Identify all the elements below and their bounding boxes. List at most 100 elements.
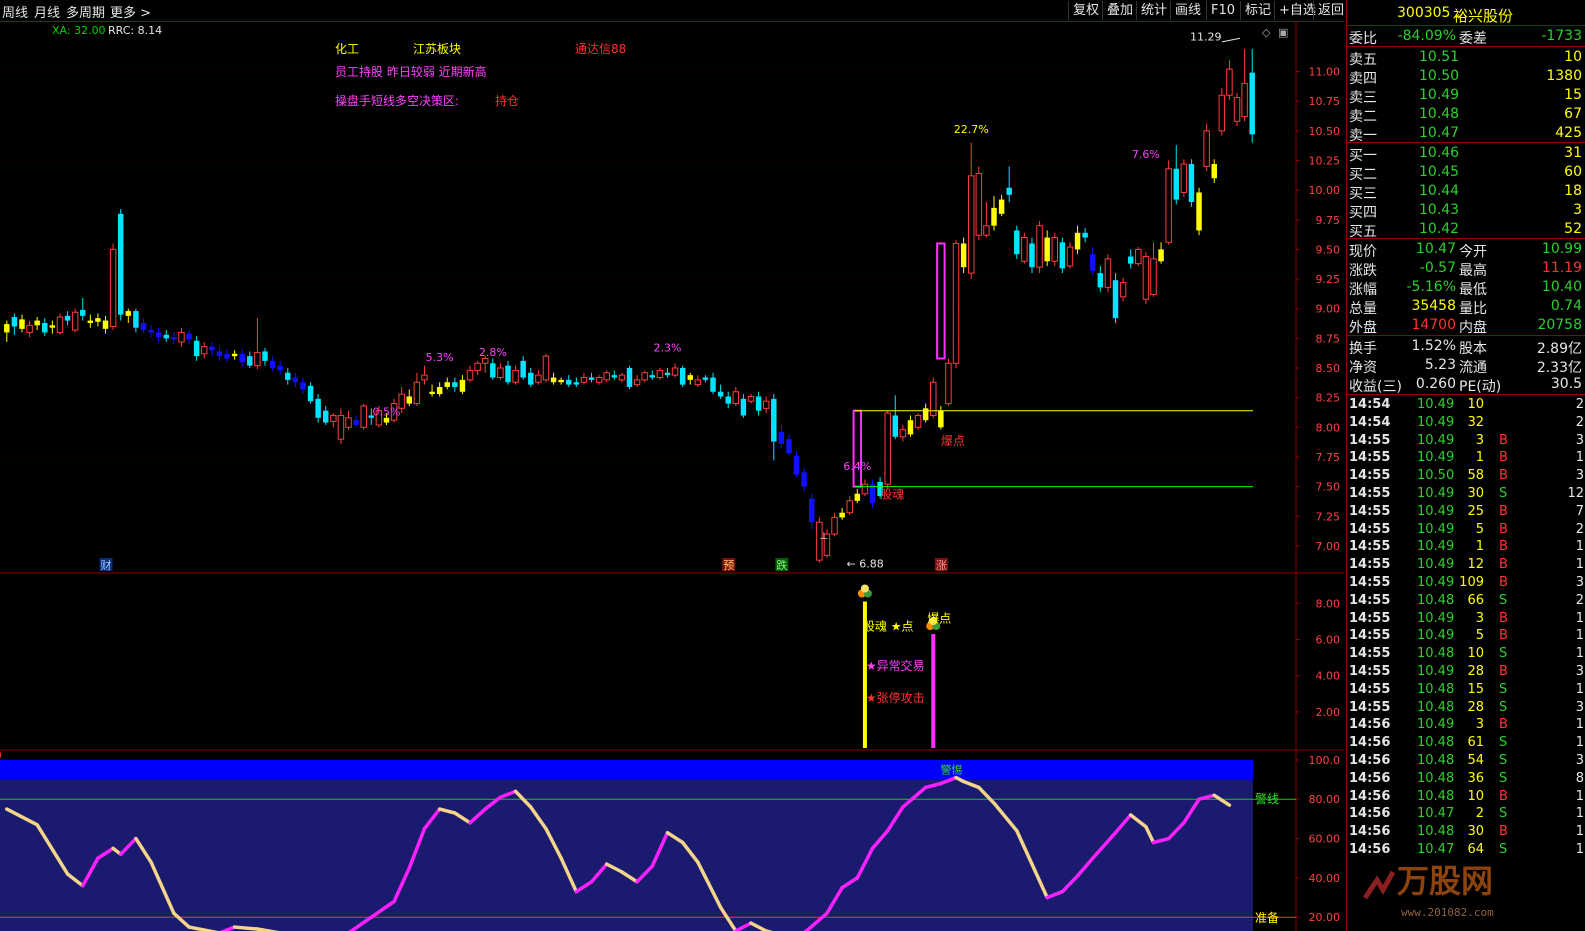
ask-price: 10.50 [1419,68,1460,84]
candle-body [383,417,390,423]
osc-tick-label: 40.00 [1309,872,1341,885]
brand-label: 通达信88 [575,42,626,56]
candle-body [998,199,1005,214]
candle-body [687,375,693,380]
stat-value: 11.19 [1541,260,1582,276]
tick-time: 14:55 [1349,628,1391,644]
sector-label-2: 江苏板块 [413,42,461,56]
tick-count: 3 [1575,699,1584,715]
candle-body [49,325,56,328]
event-marker-label[interactable]: 预 [723,559,734,572]
candle-body [846,500,853,514]
candle-body [580,376,588,383]
price-tick-label: 8.25 [1316,392,1341,405]
candle-body [262,351,268,361]
price-tick-label: 8.50 [1316,362,1341,375]
candle-body [360,405,367,428]
candle-body [1104,258,1112,288]
bid-volume: 60 [1564,164,1582,180]
tick-side: B [1499,575,1508,590]
draw-line-button[interactable]: 画线 [1170,1,1205,20]
candle-body [1074,232,1081,250]
more-menu[interactable]: 更多 > [110,2,151,21]
price-tick-label: 9.75 [1316,214,1341,227]
tick-side: B [1499,610,1508,626]
stat-row: 涨跌 -0.57 最高 11.19 [1347,259,1585,279]
event-marker-label[interactable]: 财 [101,558,112,572]
candle-body [429,391,435,395]
restore-rights-button[interactable]: 复权 [1068,1,1103,20]
candle-body [671,367,679,376]
candle-body [497,367,504,378]
tick-volume: 3 [1475,717,1484,733]
stat-value: 2.89亿 [1536,341,1582,357]
window-toggle-icon[interactable]: ▣ [1278,26,1288,39]
statistics-button[interactable]: 统计 [1136,1,1171,20]
chart-toolbar: 周线 月线 多周期 更多 > 复权 叠加 统计 画线 F10 标记 +自选 返回 [0,0,1345,22]
tick-price: 10.48 [1417,699,1455,715]
tick-count: 1 [1575,842,1584,857]
bid-price: 10.43 [1419,202,1460,218]
tick-volume: 10 [1467,788,1484,804]
tick-time: 14:55 [1349,699,1391,715]
tick-time: 14:55 [1349,557,1391,573]
tab-multi-period[interactable]: 多周期 [66,2,105,21]
candle-body [1218,94,1226,132]
ready-line-label: 准备 [1255,911,1279,925]
tick-side: B [1499,557,1508,573]
event-marker-label[interactable]: 跌 [776,558,787,572]
tick-price: 10.49 [1417,450,1455,466]
candle-body [884,412,891,485]
low-price-label: ← 6.88 [847,557,884,570]
tick-time: 14:56 [1349,717,1391,733]
tick-row: 14:55 10.48 28 S 3 [1347,699,1585,717]
candle-body [353,420,359,425]
tick-row: 14:55 10.49 1 B 1 [1347,538,1585,556]
tick-time: 14:55 [1349,503,1391,519]
signal-text: 爆点 [941,434,965,448]
tick-row: 14:55 10.49 30 S 12 [1347,485,1585,503]
tick-side: B [1499,468,1508,484]
f10-button[interactable]: F10 [1206,1,1239,20]
tick-time: 14:55 [1349,592,1391,608]
stock-header: 300305 裕兴股份 [1347,4,1585,25]
oscillator-top-band [0,759,1253,780]
candle-body [1196,192,1202,231]
stat-label: 内盘 [1459,320,1487,336]
tick-volume: 54 [1467,753,1484,768]
tab-monthly[interactable]: 月线 [34,2,60,21]
tick-price: 10.49 [1417,610,1455,626]
tick-price: 10.49 [1417,486,1455,501]
event-marker-label[interactable]: 涨 [936,559,947,572]
candle-body [899,429,907,438]
commission-ratio-row: 委比 -84.09% 委差 -1733 [1347,27,1585,47]
diamond-icon[interactable]: ◇ [1262,26,1271,39]
candle-body [952,242,960,364]
candle-body [148,330,154,333]
tick-volume: 10 [1467,646,1484,662]
back-button[interactable]: 返回 [1313,1,1348,20]
tick-row: 14:56 10.48 36 S 8 [1347,770,1585,788]
price-tick-label: 8.75 [1316,332,1341,345]
candle-body [588,377,595,380]
stock-chart[interactable]: 5.3% 2.8%0.5%2.3%6.4%22.7%7.6%股魂爆点11.29← … [0,22,1345,931]
chevron-right-icon: > [140,6,152,21]
tick-price: 10.48 [1417,824,1455,840]
candle-body [490,363,496,378]
stat-row: 净资 5.23 流通 2.33亿 [1347,356,1585,376]
tick-volume: 12 [1467,557,1484,573]
pct-change-label: 22.7% [954,123,989,136]
overlay-button[interactable]: 叠加 [1102,1,1137,20]
tick-price: 10.49 [1417,432,1455,448]
candle-body [740,398,747,416]
bid-volume: 3 [1573,202,1582,218]
tick-row: 14:55 10.49 28 B 3 [1347,663,1585,681]
mark-button[interactable]: 标记 [1240,1,1275,20]
candle-body [528,372,534,385]
tick-count: 1 [1575,788,1584,804]
rrc-indicator: RRC: 8.14 [108,24,162,37]
candle-body [1135,248,1142,265]
candle-body [56,316,64,333]
tab-weekly[interactable]: 周线 [2,2,28,21]
tick-price: 10.49 [1417,503,1455,519]
